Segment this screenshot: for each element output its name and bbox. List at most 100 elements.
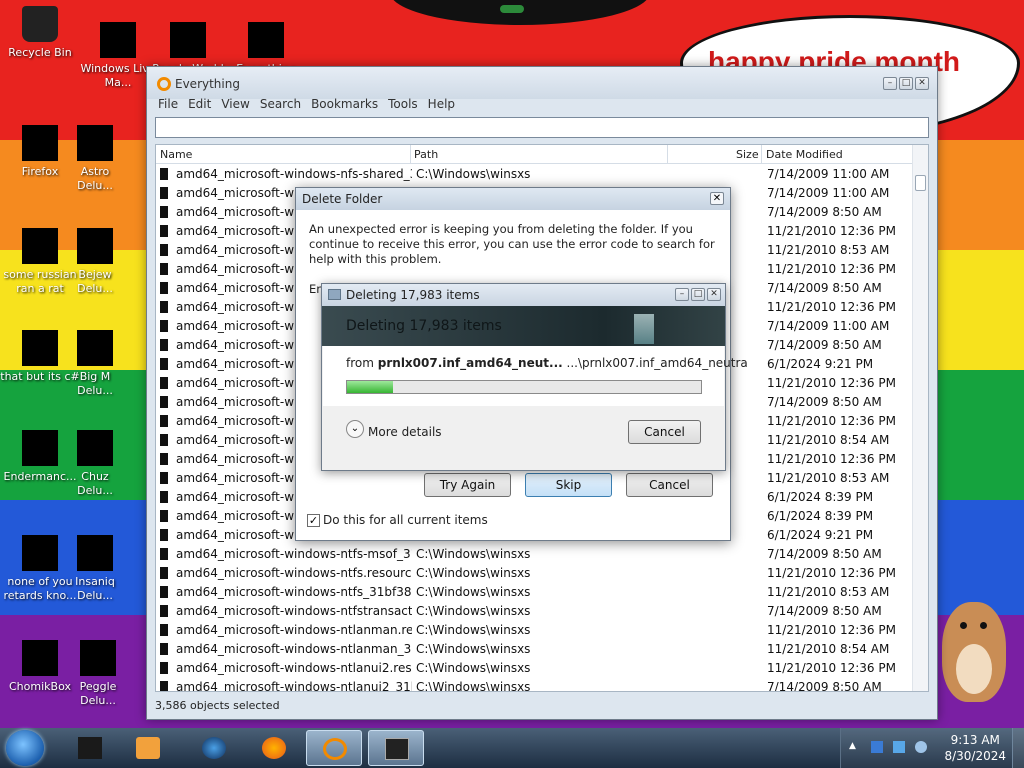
column-header-path[interactable]: Path: [414, 148, 438, 161]
folder-icon: [160, 643, 168, 655]
everything-titlebar[interactable]: Everything – □ ✕: [147, 67, 937, 99]
globe-icon: [202, 737, 226, 759]
cell-name: amd64_microsoft-windows-ntlanui2_31bf...: [176, 680, 412, 692]
network-icon[interactable]: [871, 741, 883, 753]
taskbar-item-media-player[interactable]: [120, 730, 176, 766]
cell-name: amd64_microsoft-windows-nfs-shared_31...: [176, 167, 412, 181]
chevron-down-icon[interactable]: ⌄: [346, 420, 364, 438]
deleting-titlebar[interactable]: Deleting 17,983 items – □ ✕: [322, 284, 725, 306]
desktop-icon-astro[interactable]: Astro Delu...: [70, 125, 120, 193]
menu-tools[interactable]: Tools: [385, 97, 421, 111]
menu-view[interactable]: View: [218, 97, 252, 111]
cell-date: 11/21/2010 12:36 PM: [767, 623, 896, 637]
folder-icon: [160, 339, 168, 351]
taskbar-item-progress[interactable]: [368, 730, 424, 766]
vertical-scrollbar[interactable]: [912, 145, 928, 691]
table-row[interactable]: amd64_microsoft-windows-ntfs_31bf3856...…: [156, 582, 928, 601]
do-for-all-checkbox[interactable]: ✓: [307, 514, 320, 527]
cancel-button[interactable]: Cancel: [628, 420, 701, 444]
cell-date: 11/21/2010 12:36 PM: [767, 566, 896, 580]
desktop-icon-endermanch[interactable]: Endermanc...: [0, 430, 80, 484]
do-for-all-label[interactable]: Do this for all current items: [323, 513, 488, 527]
minimize-button[interactable]: –: [883, 77, 897, 90]
cell-date: 11/21/2010 12:36 PM: [767, 262, 896, 276]
folder-icon: [160, 396, 168, 408]
cell-date: 11/21/2010 12:36 PM: [767, 414, 896, 428]
desktop-icon-insaniquarium[interactable]: Insaniq Delu...: [70, 535, 120, 603]
maximize-button[interactable]: □: [691, 288, 705, 301]
close-button[interactable]: ✕: [710, 192, 724, 205]
desktop-icon-bejeweled[interactable]: Bejew Delu...: [70, 228, 120, 296]
action-center-icon[interactable]: [893, 741, 905, 753]
menu-bookmarks[interactable]: Bookmarks: [308, 97, 381, 111]
astro-icon: [77, 125, 113, 161]
folder-icon: [160, 263, 168, 275]
table-row[interactable]: amd64_microsoft-windows-ntlanui2_31bf...…: [156, 677, 928, 692]
cell-date: 7/14/2009 8:50 AM: [767, 205, 882, 219]
folder-icon: [160, 510, 168, 522]
table-row[interactable]: amd64_microsoft-windows-ntfs.resources..…: [156, 563, 928, 582]
menu-file[interactable]: File: [155, 97, 181, 111]
table-row[interactable]: amd64_microsoft-windows-ntlanman_31... C:…: [156, 639, 928, 658]
show-desktop-button[interactable]: [1012, 728, 1024, 768]
folder-icon: [160, 529, 168, 541]
folder-icon: [160, 662, 168, 674]
skip-button[interactable]: Skip: [525, 473, 612, 497]
menu-search[interactable]: Search: [257, 97, 304, 111]
minimize-button[interactable]: –: [675, 288, 689, 301]
cell-date: 7/14/2009 8:50 AM: [767, 604, 882, 618]
start-button[interactable]: [6, 730, 44, 766]
table-row[interactable]: amd64_microsoft-windows-ntlanman.res... C…: [156, 620, 928, 639]
table-row[interactable]: amd64_microsoft-windows-nfs-shared_31...…: [156, 164, 928, 183]
maximize-button[interactable]: □: [899, 77, 913, 90]
column-header-size[interactable]: Size: [736, 148, 759, 161]
scrollbar-thumb[interactable]: [915, 175, 926, 191]
volume-icon[interactable]: [915, 741, 927, 753]
folder-icon: [160, 301, 168, 313]
taskbar-item-everything[interactable]: [306, 730, 362, 766]
table-row[interactable]: amd64_microsoft-windows-ntfs-msof_31b...…: [156, 544, 928, 563]
show-hidden-icons-icon[interactable]: ▲: [849, 741, 861, 753]
desktop-icon-big-money[interactable]: Big M Delu...: [70, 330, 120, 398]
menu-bar: File Edit View Search Bookmarks Tools He…: [155, 97, 458, 111]
deleting-progress-dialog[interactable]: Deleting 17,983 items – □ ✕ Deleting 17,…: [321, 283, 748, 471]
shortcut-icon: [22, 535, 58, 571]
desktop-icon-recycle-bin[interactable]: Recycle Bin: [0, 6, 80, 60]
column-header-name[interactable]: Name: [160, 148, 192, 161]
folder-icon: [160, 206, 168, 218]
desktop-icon-chomikbox[interactable]: ChomikBox: [0, 640, 80, 694]
cell-date: 6/1/2024 9:21 PM: [767, 357, 874, 371]
column-header-date[interactable]: Date Modified: [766, 148, 843, 161]
desktop-icon-csharp[interactable]: that but its c#: [0, 330, 80, 384]
chuzzle-icon: [77, 430, 113, 466]
more-details-toggle[interactable]: More details: [368, 425, 442, 439]
menu-edit[interactable]: Edit: [185, 97, 214, 111]
try-again-button[interactable]: Try Again: [424, 473, 511, 497]
desktop-icon-none-of-you[interactable]: none of you retards kno...: [0, 535, 80, 603]
close-button[interactable]: ✕: [707, 288, 721, 301]
desktop-icon-chuzzle[interactable]: Chuz Delu...: [70, 430, 120, 498]
clock[interactable]: 9:13 AM 8/30/2024: [944, 732, 1006, 764]
close-button[interactable]: ✕: [915, 77, 929, 90]
desktop-icon-russian-rat[interactable]: some russian ran a rat: [0, 228, 80, 296]
desktop: happy pride month Recycle Bin Windows Li…: [0, 0, 1024, 728]
desktop-icon-peggle[interactable]: Peggle Delu...: [70, 640, 126, 708]
table-row[interactable]: amd64_microsoft-windows-ntlanui2.reso...…: [156, 658, 928, 677]
media-player-icon: [136, 737, 160, 759]
cell-date: 11/21/2010 8:53 AM: [767, 243, 890, 257]
table-row[interactable]: amd64_microsoft-windows-ntfstransactio..…: [156, 601, 928, 620]
clock-date: 8/30/2024: [944, 749, 1006, 763]
taskbar-item-firefox[interactable]: [246, 730, 302, 766]
folder-icon: [160, 415, 168, 427]
menu-help[interactable]: Help: [425, 97, 458, 111]
delete-folder-titlebar[interactable]: Delete Folder ✕: [296, 188, 730, 210]
cell-date: 7/14/2009 8:50 AM: [767, 338, 882, 352]
taskbar-item-explorer[interactable]: [62, 730, 118, 766]
desktop-icon-firefox[interactable]: Firefox: [0, 125, 80, 179]
folder-icon: [160, 168, 168, 180]
taskbar-item-globe[interactable]: [186, 730, 242, 766]
cell-date: 7/14/2009 8:50 AM: [767, 395, 882, 409]
folder-icon: [160, 586, 168, 598]
cancel-button[interactable]: Cancel: [626, 473, 713, 497]
search-input[interactable]: [155, 117, 929, 138]
